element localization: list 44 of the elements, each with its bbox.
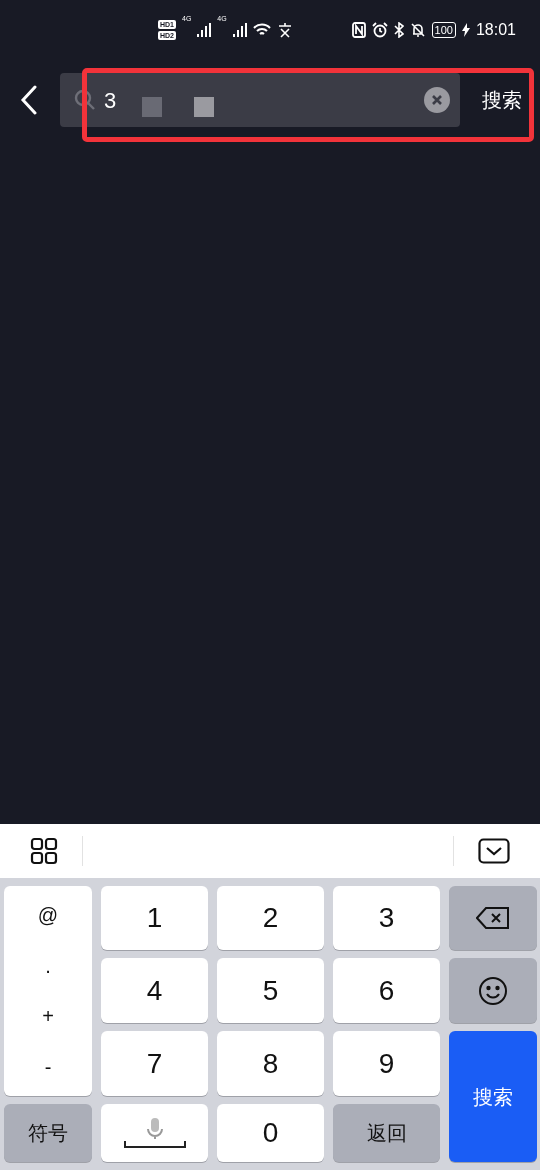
signal-icon: [197, 23, 212, 37]
digit-key[interactable]: 5: [217, 958, 324, 1023]
wifi-icon: [252, 23, 271, 37]
digit-key[interactable]: 9: [333, 1031, 440, 1096]
smiley-icon: [478, 975, 508, 1006]
search-field[interactable]: 3: [60, 73, 460, 127]
alarm-icon: [371, 22, 388, 38]
symbol-key[interactable]: +: [28, 1001, 68, 1032]
digit-key[interactable]: 1: [101, 886, 208, 950]
battery-level: 100: [431, 22, 456, 38]
digit-key[interactable]: 0: [217, 1104, 324, 1162]
redaction-mark: [142, 97, 162, 117]
nfc-icon: [351, 22, 366, 38]
microphone-icon: [122, 1117, 187, 1149]
digit-key[interactable]: 6: [333, 958, 440, 1023]
digit-key[interactable]: 8: [217, 1031, 324, 1096]
clock-time: 18:01: [475, 20, 516, 40]
digit-key[interactable]: 2: [217, 886, 324, 950]
backspace-key[interactable]: [449, 886, 537, 950]
back-icon[interactable]: [20, 85, 38, 115]
space-key[interactable]: [101, 1104, 208, 1162]
muted-bell-icon: [409, 22, 426, 38]
digit-key[interactable]: 4: [101, 958, 208, 1023]
clear-icon[interactable]: [424, 87, 450, 113]
symbol-key[interactable]: .: [31, 950, 65, 981]
digit-key[interactable]: 3: [333, 886, 440, 950]
grid-icon[interactable]: [30, 837, 58, 865]
emoji-key[interactable]: [449, 958, 537, 1023]
search-text: 3: [104, 86, 118, 115]
redaction-mark: [194, 97, 214, 117]
search-icon: [74, 89, 96, 111]
function-key[interactable]: 返回: [333, 1104, 440, 1162]
search-button[interactable]: 搜索: [460, 85, 532, 115]
symbol-key[interactable]: -: [30, 1051, 66, 1082]
function-key[interactable]: 符号: [4, 1104, 92, 1162]
hide-keyboard-icon[interactable]: [478, 838, 510, 864]
charging-icon: [461, 23, 470, 37]
search-key[interactable]: 搜索: [449, 1031, 537, 1162]
bluetooth-icon: [393, 22, 404, 38]
digit-key[interactable]: 7: [101, 1031, 208, 1096]
backspace-icon: [476, 907, 510, 929]
symbol-key[interactable]: @: [23, 900, 73, 931]
hotspot-icon: [276, 22, 293, 38]
signal-icon: [232, 23, 247, 37]
